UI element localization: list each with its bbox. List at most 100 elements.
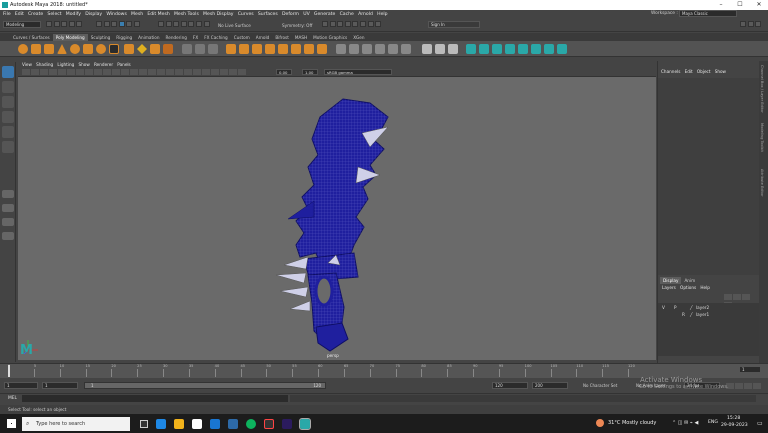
new-scene-icon[interactable] — [46, 21, 52, 27]
gamma-field[interactable]: 1.00 — [302, 69, 318, 75]
layer-row[interactable]: V P ╱ layer2 — [662, 305, 758, 312]
poly-helix-icon[interactable] — [150, 44, 160, 54]
layer-help-menu[interactable]: Help — [700, 285, 710, 290]
target-weld-icon[interactable] — [362, 44, 372, 54]
options-menu[interactable]: Options — [680, 285, 696, 290]
menu-mesh-tools[interactable]: Mesh Tools — [174, 12, 199, 17]
toggle-modeling-toolkit-icon[interactable] — [740, 21, 746, 27]
persp-graph-layout-icon[interactable] — [2, 232, 14, 240]
wireframe-on-shaded-icon[interactable] — [130, 69, 138, 75]
pdf-icon[interactable] — [264, 418, 274, 429]
workspace-dropdown[interactable]: Maya Classic — [679, 10, 737, 17]
clock-time[interactable]: 15:28 — [727, 416, 740, 421]
step-forward-frame-icon[interactable] — [698, 367, 706, 373]
boolean-intersection-icon[interactable] — [252, 44, 262, 54]
poly-cylinder-icon[interactable] — [44, 44, 54, 54]
weather-text[interactable]: 31°C Mostly cloudy — [608, 420, 656, 426]
menu-help[interactable]: Help — [377, 12, 387, 17]
layer-color-icon[interactable]: ╱ — [690, 312, 693, 317]
shelf-tab-rendering[interactable]: Rendering — [163, 34, 190, 41]
bookmark-icon[interactable] — [31, 69, 39, 75]
store-icon[interactable] — [192, 418, 202, 429]
step-back-key-icon[interactable] — [662, 367, 670, 373]
menu-edit[interactable]: Edit — [15, 12, 24, 17]
toggle-channel-box-icon[interactable] — [755, 21, 762, 27]
language-indicator[interactable]: ENG — [708, 420, 718, 425]
menu-deform[interactable]: Deform — [282, 12, 299, 17]
snap-point-icon[interactable] — [173, 21, 180, 27]
mel-input[interactable] — [22, 395, 288, 402]
select-tool-icon[interactable] — [2, 66, 14, 78]
grid-toggle-icon[interactable] — [49, 69, 57, 75]
layer-reference[interactable]: R — [682, 312, 685, 317]
shelf-tab-fx-caching[interactable]: FX Caching — [201, 34, 231, 41]
single-perspective-layout-icon[interactable] — [2, 190, 14, 198]
menu-modify[interactable]: Modify — [66, 12, 81, 17]
playback-end-field[interactable]: 120 — [492, 382, 528, 389]
clock-date[interactable]: 29-09-2023 — [721, 423, 748, 428]
cleanup-icon[interactable] — [557, 44, 567, 54]
shelf-tab-rigging[interactable]: Rigging — [113, 34, 135, 41]
multi-cut-icon[interactable] — [336, 44, 346, 54]
panel-menu-lighting[interactable]: Lighting — [57, 62, 74, 67]
move-tool-icon[interactable] — [2, 111, 14, 123]
menu-edit-mesh[interactable]: Edit Mesh — [147, 12, 169, 17]
cylindrical-map-icon[interactable] — [448, 44, 458, 54]
premiere-icon[interactable] — [282, 418, 292, 429]
side-tab-attribute-editor[interactable]: Attribute Editor — [760, 169, 764, 197]
center-pivot-icon[interactable] — [479, 44, 489, 54]
tab-display[interactable]: Display — [660, 277, 682, 284]
scale-tool-icon[interactable] — [2, 141, 14, 153]
poly-plane-icon[interactable] — [83, 44, 93, 54]
play-backwards-icon[interactable] — [680, 367, 688, 373]
menu-curves[interactable]: Curves — [238, 12, 254, 17]
xray-icon[interactable] — [211, 69, 219, 75]
panel-menu-panels[interactable]: Panels — [117, 62, 130, 67]
rotate-tool-icon[interactable] — [2, 126, 14, 138]
side-tab-modeling-toolkit[interactable]: Modeling Toolkit — [760, 123, 764, 152]
select-hierarchy-icon[interactable] — [96, 21, 102, 27]
resolution-gate-icon[interactable] — [67, 69, 75, 75]
lasso-tool-icon[interactable] — [2, 81, 14, 93]
sign-in-dropdown[interactable]: Sign In — [428, 21, 480, 28]
bevel-icon[interactable] — [304, 44, 314, 54]
shelf-tab-motion-graphics[interactable]: Motion Graphics — [310, 34, 350, 41]
photoshop-icon[interactable] — [228, 418, 238, 429]
panel-menu-renderer[interactable]: Renderer — [94, 62, 113, 67]
layer-playback[interactable]: P — [674, 305, 677, 310]
sound-icon[interactable] — [753, 383, 761, 389]
safe-action-icon[interactable] — [94, 69, 102, 75]
menu-cache[interactable]: Cache — [340, 12, 354, 17]
fill-hole-icon[interactable] — [317, 44, 327, 54]
safe-title-icon[interactable] — [103, 69, 111, 75]
render-view-icon[interactable] — [352, 21, 359, 27]
current-frame-field[interactable]: 1 — [739, 366, 761, 373]
layer-color-icon[interactable]: ╱ — [690, 305, 693, 310]
backface-culling-icon[interactable] — [229, 69, 237, 75]
shelf-tab-curves-surfaces[interactable]: Curves / Surfaces — [10, 34, 53, 41]
exposure-icon[interactable] — [238, 69, 246, 75]
edit-menu[interactable]: Edit — [685, 69, 693, 74]
poly-cone-icon[interactable] — [57, 44, 67, 54]
menu-mesh[interactable]: Mesh — [131, 12, 143, 17]
select-lock-icon[interactable] — [126, 21, 133, 27]
undo-icon[interactable] — [68, 21, 75, 27]
menu-generate[interactable]: Generate — [314, 12, 335, 17]
go-to-start-icon[interactable] — [653, 367, 661, 373]
go-to-end-icon[interactable] — [716, 367, 724, 373]
layer-name[interactable]: layer1 — [696, 312, 709, 317]
move-layer-up-icon[interactable] — [724, 294, 732, 300]
quad-draw-icon[interactable] — [375, 44, 385, 54]
insert-edge-loop-icon[interactable] — [349, 44, 359, 54]
conform-icon[interactable] — [531, 44, 541, 54]
collapse-icon[interactable] — [401, 44, 411, 54]
redo-icon[interactable] — [76, 21, 83, 27]
shelf-tab-fx[interactable]: FX — [190, 34, 201, 41]
use-all-lights-icon[interactable] — [148, 69, 156, 75]
select-object-icon[interactable] — [103, 21, 110, 27]
symmetry-label[interactable]: Symmetry: Off — [282, 23, 312, 28]
reduce-icon[interactable] — [544, 44, 554, 54]
toggle-attribute-editor-icon[interactable] — [747, 21, 754, 27]
show-menu[interactable]: Show — [715, 69, 726, 74]
current-time-marker[interactable] — [8, 365, 10, 377]
